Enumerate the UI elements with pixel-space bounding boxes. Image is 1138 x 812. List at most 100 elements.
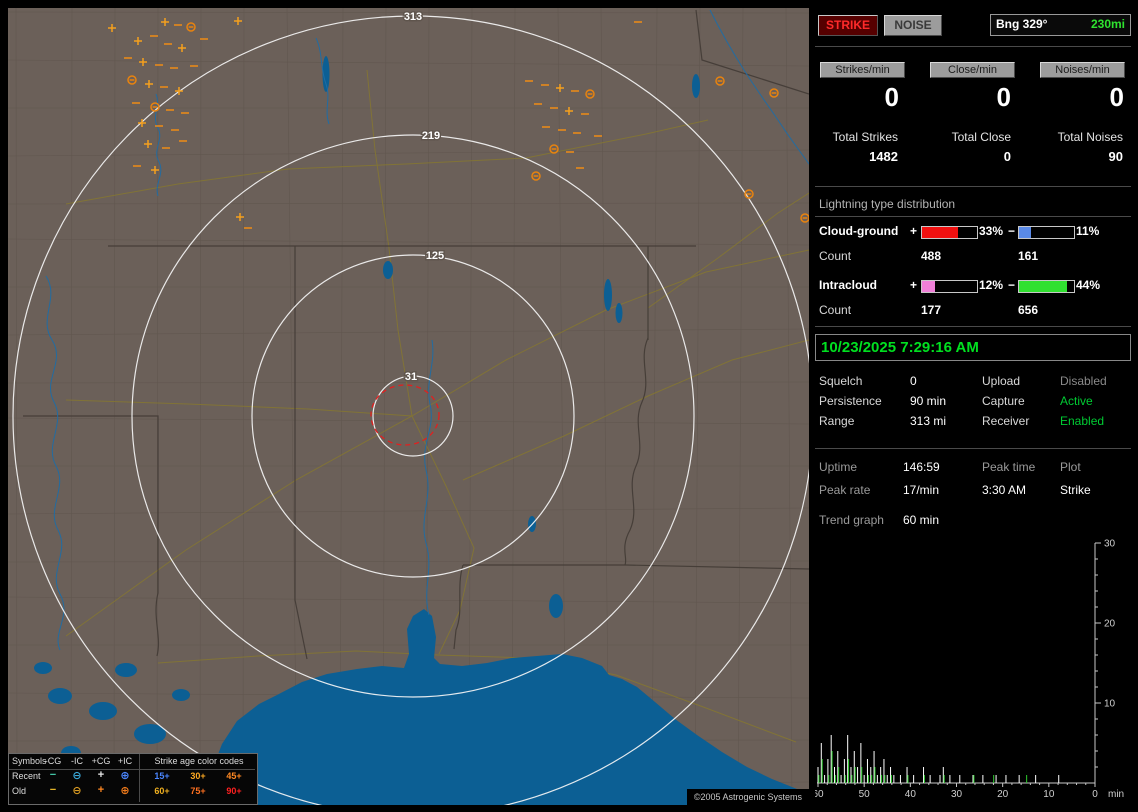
svg-text:10: 10 bbox=[1043, 789, 1055, 800]
strikes-per-min-value: 0 bbox=[815, 82, 899, 113]
total-noises-label: Total Noises bbox=[1025, 130, 1123, 144]
legend-symbol-cm-icon: ⊖ bbox=[66, 784, 88, 797]
svg-text:40: 40 bbox=[905, 789, 917, 800]
intracloud-row: Intracloud + 12% − 44% bbox=[815, 278, 1131, 294]
svg-text:min: min bbox=[1108, 789, 1124, 800]
receiver-value: Enabled bbox=[1060, 414, 1104, 428]
noises-per-min-button[interactable]: Noises/min bbox=[1040, 62, 1125, 78]
status-row: Squelch 0 Upload Disabled bbox=[815, 374, 1131, 390]
legend-text: 45+ bbox=[217, 771, 251, 781]
stats-row: Peak rate 17/min 3:30 AM Strike bbox=[815, 483, 1131, 499]
legend-symbol-cm-icon: ⊖ bbox=[66, 769, 88, 782]
cloud-ground-count-row: Count 488 161 bbox=[815, 249, 1131, 265]
strike-toggle-button[interactable]: STRIKE bbox=[818, 15, 878, 36]
stats-row: Trend graph 60 min bbox=[815, 513, 1131, 529]
legend-symbol-cp-icon: ⊕ bbox=[114, 769, 136, 782]
squelch-label: Squelch bbox=[819, 374, 862, 388]
ic-negative-count: 656 bbox=[1018, 303, 1038, 317]
control-panel: STRIKE NOISE Bng 329° 230mi Strikes/min … bbox=[815, 0, 1138, 812]
plus-sign: + bbox=[910, 224, 917, 238]
receiver-label: Receiver bbox=[982, 414, 1029, 428]
divider bbox=[815, 448, 1131, 449]
upload-label: Upload bbox=[982, 374, 1020, 388]
legend-text: +IC bbox=[114, 756, 136, 766]
upload-value: Disabled bbox=[1060, 374, 1107, 388]
legend-symbol-m-icon: − bbox=[42, 769, 64, 781]
peak-time-value: 3:30 AM bbox=[982, 483, 1026, 497]
svg-text:30: 30 bbox=[951, 789, 963, 800]
ic-negative-bar bbox=[1018, 280, 1075, 293]
range-value: 313 mi bbox=[910, 414, 946, 428]
legend-text: 90+ bbox=[217, 786, 251, 796]
range-ring-label: 31 bbox=[405, 371, 417, 383]
legend-text: 30+ bbox=[181, 771, 215, 781]
legend-text: Strike age color codes bbox=[143, 756, 255, 766]
minus-sign: − bbox=[1008, 224, 1015, 238]
peak-time-label: Peak time bbox=[982, 460, 1035, 474]
plot-value: Strike bbox=[1060, 483, 1091, 497]
legend-text: Recent bbox=[12, 771, 41, 781]
plus-sign: + bbox=[910, 278, 917, 292]
cg-negative-count: 161 bbox=[1018, 249, 1038, 263]
total-noises-value: 90 bbox=[1025, 149, 1123, 164]
minus-sign: − bbox=[1008, 278, 1015, 292]
strikes-per-min-button[interactable]: Strikes/min bbox=[820, 62, 905, 78]
svg-text:30: 30 bbox=[1104, 539, 1116, 550]
legend-text: Old bbox=[12, 786, 26, 796]
persistence-value: 90 min bbox=[910, 394, 946, 408]
svg-text:60: 60 bbox=[815, 789, 824, 800]
count-label: Count bbox=[819, 303, 851, 317]
cloud-ground-row: Cloud-ground + 33% − 11% bbox=[815, 224, 1131, 240]
noises-per-min-value: 0 bbox=[1039, 82, 1124, 113]
distribution-title: Lightning type distribution bbox=[819, 197, 955, 211]
svg-text:50: 50 bbox=[859, 789, 871, 800]
map-legend: Symbols-CG-IC+CG+ICStrike age color code… bbox=[8, 753, 258, 805]
divider bbox=[815, 46, 1131, 47]
noise-toggle-button[interactable]: NOISE bbox=[884, 15, 942, 36]
cg-negative-bar bbox=[1018, 226, 1075, 239]
uptime-value: 146:59 bbox=[903, 460, 940, 474]
datetime-value: 10/23/2025 7:29:16 AM bbox=[816, 339, 979, 356]
svg-text:10: 10 bbox=[1104, 699, 1116, 710]
count-label: Count bbox=[819, 249, 851, 263]
legend-text: -CG bbox=[42, 756, 64, 766]
legend-symbol-p-icon: + bbox=[90, 784, 112, 796]
close-per-min-button[interactable]: Close/min bbox=[930, 62, 1015, 78]
close-per-min-value: 0 bbox=[927, 82, 1011, 113]
legend-text: -IC bbox=[66, 756, 88, 766]
datetime-box: 10/23/2025 7:29:16 AM bbox=[815, 334, 1131, 361]
range-ring-label: 219 bbox=[422, 130, 440, 142]
ic-positive-count: 177 bbox=[921, 303, 941, 317]
range-ring-label: 313 bbox=[404, 11, 422, 23]
plot-label: Plot bbox=[1060, 460, 1081, 474]
ic-positive-bar bbox=[921, 280, 978, 293]
cg-positive-pct: 33% bbox=[979, 224, 1003, 238]
svg-text:20: 20 bbox=[997, 789, 1009, 800]
status-row: Persistence 90 min Capture Active bbox=[815, 394, 1131, 410]
legend-symbol-cp-icon: ⊕ bbox=[114, 784, 136, 797]
intracloud-label: Intracloud bbox=[819, 278, 877, 292]
svg-text:0: 0 bbox=[1092, 789, 1098, 800]
persistence-label: Persistence bbox=[819, 394, 882, 408]
stats-row: Uptime 146:59 Peak time Plot bbox=[815, 460, 1131, 476]
divider bbox=[815, 326, 1131, 327]
legend-symbol-p-icon: + bbox=[90, 769, 112, 781]
capture-value: Active bbox=[1060, 394, 1093, 408]
bearing-readout[interactable]: Bng 329° 230mi bbox=[990, 14, 1131, 36]
divider bbox=[815, 216, 1131, 217]
lightning-map[interactable]: 31321912531 Symbols-CG-IC+CG+ICStrike ag… bbox=[8, 8, 809, 805]
ic-positive-pct: 12% bbox=[979, 278, 1003, 292]
range-label: Range bbox=[819, 414, 854, 428]
total-close-label: Total Close bbox=[915, 130, 1011, 144]
cg-positive-count: 488 bbox=[921, 249, 941, 263]
ic-negative-pct: 44% bbox=[1076, 278, 1100, 292]
total-strikes-label: Total Strikes bbox=[815, 130, 898, 144]
cg-positive-bar bbox=[921, 226, 978, 239]
trend-graph-label: Trend graph bbox=[819, 513, 884, 527]
app-window: 31321912531 Symbols-CG-IC+CG+ICStrike ag… bbox=[0, 0, 1138, 812]
cloud-ground-label: Cloud-ground bbox=[819, 224, 898, 238]
map-canvas: 31321912531 bbox=[8, 8, 809, 805]
peak-rate-label: Peak rate bbox=[819, 483, 870, 497]
legend-text: +CG bbox=[90, 756, 112, 766]
squelch-value: 0 bbox=[910, 374, 917, 388]
